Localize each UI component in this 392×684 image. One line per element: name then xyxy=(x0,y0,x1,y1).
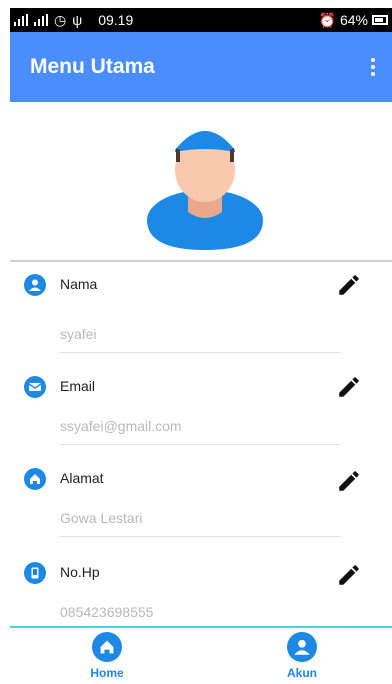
status-left: ◷ ψ 09.19 xyxy=(10,12,133,29)
more-options-icon[interactable] xyxy=(370,58,376,76)
field-underline xyxy=(60,536,340,537)
edit-nohp-button[interactable] xyxy=(336,562,362,588)
app-bar: Menu Utama xyxy=(10,32,392,102)
status-bar: ◷ ψ 09.19 ⏰ 64% xyxy=(10,8,392,32)
field-email: Email ssyafei@gmail.com xyxy=(10,370,392,460)
field-label-nama: Nama xyxy=(60,276,98,292)
nav-akun-label: Akun xyxy=(287,666,317,680)
status-right: ⏰ 64% xyxy=(319,12,392,29)
field-underline xyxy=(60,352,340,353)
wifi-icon: ◷ xyxy=(54,11,67,28)
left-margin xyxy=(0,0,10,682)
nav-home-label: Home xyxy=(90,666,124,680)
field-alamat: Alamat Gowa Lestari xyxy=(10,462,392,552)
person-icon xyxy=(24,274,46,296)
edit-nama-button[interactable] xyxy=(336,272,362,298)
mail-icon xyxy=(24,376,46,398)
field-value-nohp[interactable]: 085423698555 xyxy=(60,604,153,620)
field-label-nohp: No.Hp xyxy=(60,564,100,580)
home-icon xyxy=(24,468,46,490)
field-nohp: No.Hp 085423698555 xyxy=(10,558,392,628)
page-title: Menu Utama xyxy=(30,55,155,78)
edit-email-button[interactable] xyxy=(336,374,362,400)
field-nama: Nama syafei xyxy=(10,268,392,358)
phone-icon xyxy=(24,562,46,584)
field-value-alamat[interactable]: Gowa Lestari xyxy=(60,510,142,526)
field-value-email[interactable]: ssyafei@gmail.com xyxy=(60,418,182,434)
avatar xyxy=(140,112,270,252)
usb-icon: ψ xyxy=(72,12,83,28)
person-icon xyxy=(287,632,317,662)
home-icon xyxy=(92,632,122,662)
divider xyxy=(10,260,392,262)
nav-akun[interactable]: Akun xyxy=(262,632,342,680)
field-value-nama[interactable]: syafei xyxy=(60,326,97,342)
field-underline xyxy=(60,444,340,445)
signal-icon-2 xyxy=(34,14,48,26)
field-label-alamat: Alamat xyxy=(60,470,104,486)
bottom-navigation: Home Akun xyxy=(10,626,392,684)
edit-alamat-button[interactable] xyxy=(336,468,362,494)
field-label-email: Email xyxy=(60,378,96,394)
battery-icon xyxy=(372,15,388,25)
alarm-icon: ⏰ xyxy=(318,11,336,28)
status-time: 09.19 xyxy=(98,12,134,28)
signal-icon xyxy=(14,14,28,26)
battery-percent: 64% xyxy=(339,12,368,28)
nav-home[interactable]: Home xyxy=(67,632,147,680)
